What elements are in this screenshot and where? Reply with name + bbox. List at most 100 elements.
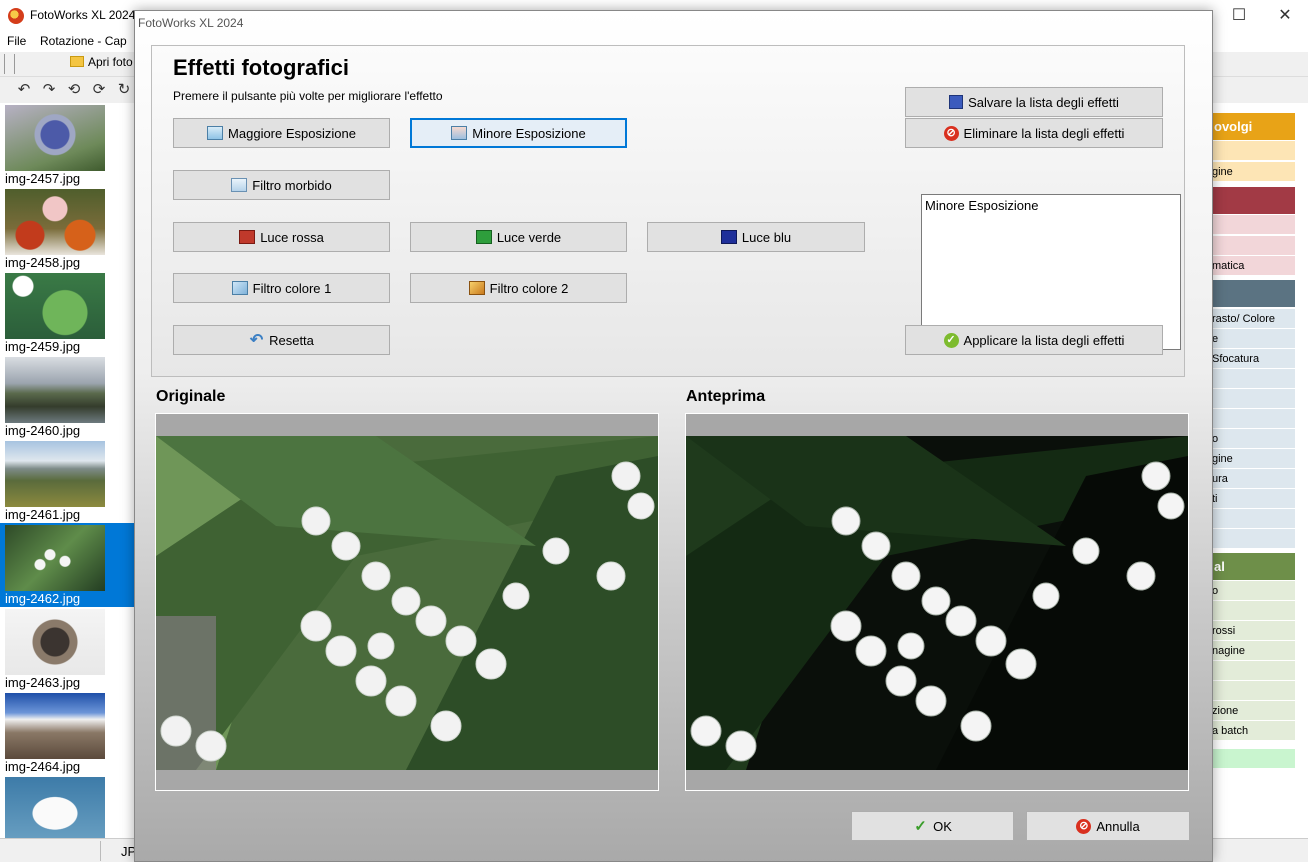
thumbnail-item[interactable]: img-2457.jpg [0, 103, 134, 187]
category-header[interactable]: ovolgi [1212, 113, 1295, 140]
resetta-button[interactable]: ↶ Resetta [173, 325, 390, 355]
salvare-lista-button[interactable]: Salvare la lista degli effetti [905, 87, 1163, 117]
filtro-morbido-button[interactable]: Filtro morbido [173, 170, 390, 200]
thumbnail-label: img-2459.jpg [5, 339, 81, 354]
thumbnail-item[interactable]: img-2460.jpg [0, 355, 134, 439]
luce-blu-button[interactable]: Luce blu [647, 222, 865, 252]
category-row[interactable]: gine [1212, 162, 1295, 182]
category-row[interactable] [1212, 509, 1295, 529]
preview-image-frame [685, 413, 1189, 791]
thumbnail-image [5, 357, 105, 423]
category-row[interactable] [1212, 661, 1295, 681]
rotate-ccw-icon[interactable]: ⟲ [65, 81, 83, 99]
thumbnail-item[interactable]: img-2463.jpg [0, 607, 134, 691]
thumbnail-item[interactable] [0, 775, 134, 838]
category-row[interactable]: o [1212, 429, 1295, 449]
category-header[interactable] [1212, 187, 1295, 214]
rotate-right-small-icon[interactable]: ↷ [40, 81, 58, 99]
thumbnail-label: img-2458.jpg [5, 255, 81, 270]
button-label: Filtro colore 2 [489, 280, 569, 296]
filtro-colore-1-button[interactable]: Filtro colore 1 [173, 273, 390, 303]
luce-rossa-button[interactable]: Luce rossa [173, 222, 390, 252]
button-label: Applicare la lista degli effetti [963, 332, 1125, 348]
button-label: Filtro morbido [252, 177, 332, 193]
category-row[interactable]: e [1212, 329, 1295, 349]
applicare-lista-button[interactable]: ✓ Applicare la lista degli effetti [905, 325, 1163, 355]
effects-list-item[interactable]: Minore Esposizione [925, 198, 1177, 213]
annulla-button[interactable]: ⊘ Annulla [1026, 811, 1190, 841]
category-row[interactable]: nagine [1212, 641, 1295, 661]
color-filter-2-icon [468, 281, 485, 295]
effects-panel: Effetti fotografici Premere il pulsante … [151, 45, 1185, 377]
category-row[interactable] [1212, 409, 1295, 429]
category-row[interactable] [1212, 529, 1295, 549]
category-row[interactable]: rossi [1212, 621, 1295, 641]
minore-esposizione-button[interactable]: Minore Esposizione [410, 118, 627, 148]
category-row[interactable] [1212, 141, 1295, 161]
reset-arrow-icon: ↶ [249, 331, 264, 349]
maggiore-esposizione-button[interactable]: Maggiore Esposizione [173, 118, 390, 148]
button-label: Resetta [269, 332, 314, 348]
category-header[interactable] [1212, 280, 1295, 307]
app-logo-icon [8, 8, 24, 24]
thumbnail-image [5, 189, 105, 255]
exposure-minus-icon [451, 126, 468, 140]
preview-photo [686, 436, 1188, 770]
category-row[interactable]: matica [1212, 256, 1295, 276]
category-row[interactable] [1212, 369, 1295, 389]
red-light-icon [239, 230, 256, 244]
blue-light-icon [720, 230, 737, 244]
thumbnail-label: img-2463.jpg [5, 675, 81, 690]
folder-icon [70, 56, 84, 67]
category-header[interactable]: al [1212, 553, 1295, 580]
toolbar-separator [14, 54, 15, 74]
category-row[interactable]: rasto/ Colore [1212, 309, 1295, 329]
rotate-left-icon[interactable]: ↶ [15, 81, 33, 99]
category-row[interactable]: Sfocatura [1212, 349, 1295, 369]
ok-button[interactable]: ✓ OK [851, 811, 1014, 841]
thumbnail-image [5, 693, 105, 759]
category-row[interactable]: zione [1212, 701, 1295, 721]
category-row[interactable] [1212, 601, 1295, 621]
thumbnail-item[interactable]: img-2458.jpg [0, 187, 134, 271]
toolbar-separator [4, 54, 5, 74]
thumbnail-item[interactable]: img-2459.jpg [0, 271, 134, 355]
category-row[interactable]: a batch [1212, 721, 1295, 741]
maximize-button[interactable]: ☐ [1216, 0, 1262, 31]
eliminare-lista-button[interactable]: ⊘ Eliminare la lista degli effetti [905, 118, 1163, 148]
category-row[interactable] [1212, 236, 1295, 256]
dialog-title: FotoWorks XL 2024 [138, 16, 244, 30]
category-row[interactable] [1212, 215, 1295, 235]
rotate-180-icon[interactable]: ↻ [115, 81, 133, 99]
thumbnail-item[interactable]: img-2464.jpg [0, 691, 134, 775]
original-image-frame [155, 413, 659, 791]
green-light-icon [475, 230, 492, 244]
filtro-colore-2-button[interactable]: Filtro colore 2 [410, 273, 627, 303]
original-photo [156, 436, 658, 770]
thumbnail-image [5, 525, 105, 591]
category-row[interactable]: ura [1212, 469, 1295, 489]
category-row[interactable]: ti [1212, 489, 1295, 509]
thumbnail-image [5, 441, 105, 507]
category-row[interactable] [1212, 749, 1295, 769]
category-row[interactable] [1212, 389, 1295, 409]
status-divider [100, 841, 101, 861]
soft-filter-icon [231, 178, 248, 192]
luce-verde-button[interactable]: Luce verde [410, 222, 627, 252]
open-photo-button[interactable]: Apri foto [70, 55, 133, 69]
checkmark-icon: ✓ [943, 332, 959, 348]
category-row[interactable]: o [1212, 581, 1295, 601]
menu-rotazione[interactable]: Rotazione - Cap [40, 34, 127, 48]
effects-dialog: FotoWorks XL 2024 Effetti fotografici Pr… [134, 10, 1213, 862]
category-row[interactable]: gine [1212, 449, 1295, 469]
effects-heading: Effetti fotografici [173, 55, 349, 80]
thumbnail-item[interactable]: img-2462.jpg [0, 523, 134, 607]
color-filter-1-icon [231, 281, 248, 295]
button-label: Luce verde [496, 229, 562, 245]
category-row[interactable] [1212, 681, 1295, 701]
rotate-cw-icon[interactable]: ⟳ [90, 81, 108, 99]
button-label: Minore Esposizione [472, 125, 586, 141]
menu-file[interactable]: File [7, 34, 26, 48]
close-button[interactable]: ✕ [1262, 0, 1308, 31]
thumbnail-item[interactable]: img-2461.jpg [0, 439, 134, 523]
